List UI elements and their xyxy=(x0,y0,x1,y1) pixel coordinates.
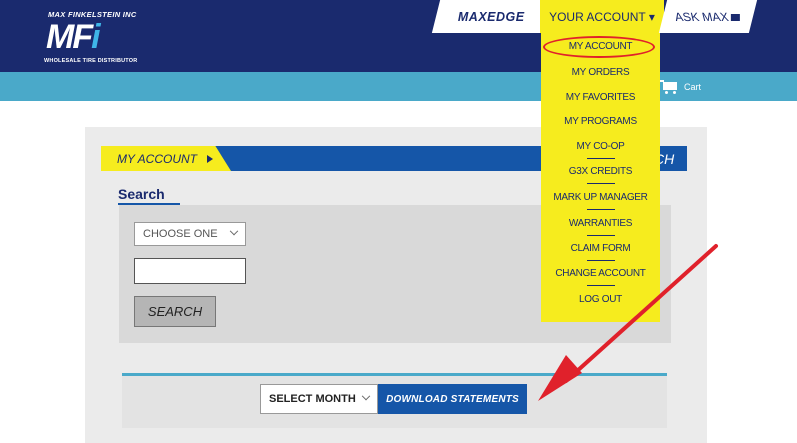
annotation-arrow-icon xyxy=(538,244,718,401)
page-root: MAX FINKELSTEIN INC MFi WHOLESALE TIRE D… xyxy=(0,0,797,443)
